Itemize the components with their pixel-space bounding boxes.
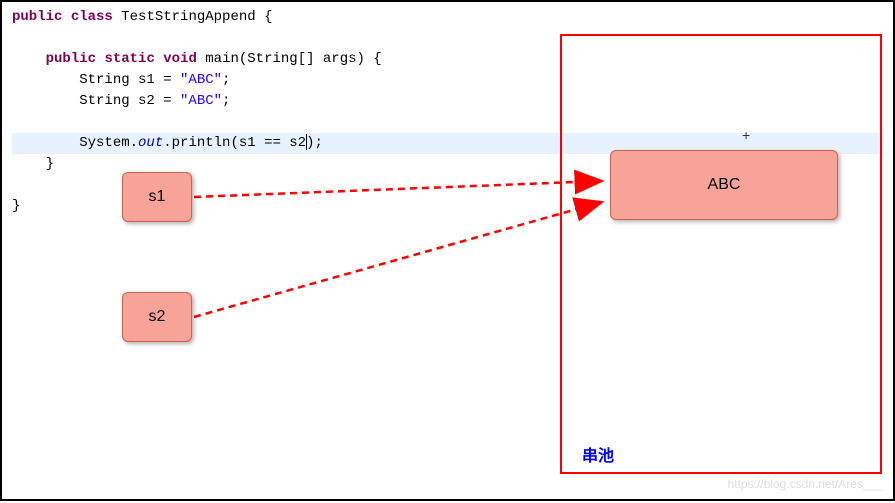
keyword: public (12, 9, 62, 25)
node-abc: ABC (610, 150, 838, 220)
node-s2: s2 (122, 292, 192, 342)
string-pool-box (560, 34, 882, 474)
node-s1-label: s1 (149, 188, 166, 206)
keyword: void (163, 51, 197, 67)
keyword: static (104, 51, 154, 67)
static-field: out (138, 135, 163, 151)
node-s1: s1 (122, 172, 192, 222)
keyword: class (71, 9, 113, 25)
method-sig: main(String[] args) { (197, 51, 382, 67)
plus-icon: + (742, 127, 750, 143)
text-cursor (306, 134, 307, 150)
class-name: TestStringAppend { (113, 9, 273, 25)
string-literal: "ABC" (180, 93, 222, 109)
pool-label: 串池 (582, 442, 614, 466)
arrow-s2-to-abc (194, 202, 602, 317)
watermark: https://blog.csdn.net/Ares___ (728, 477, 883, 491)
node-abc-label: ABC (708, 176, 741, 194)
keyword: public (46, 51, 96, 67)
code-line: public class TestStringAppend { (12, 7, 883, 28)
node-s2-label: s2 (149, 308, 166, 326)
string-literal: "ABC" (180, 72, 222, 88)
